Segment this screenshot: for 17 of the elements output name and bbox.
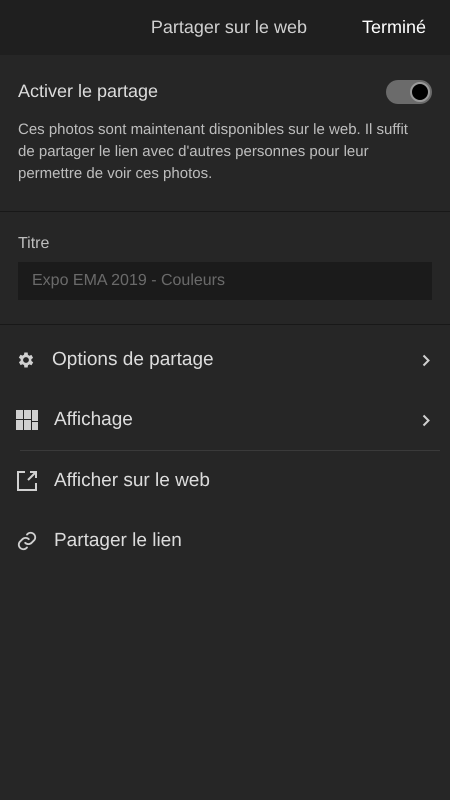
external-link-icon: [16, 470, 38, 492]
menu-item[interactable]: Afficher sur le web: [0, 451, 450, 511]
settings-icon: [16, 350, 36, 370]
sharing-label: Activer le partage: [18, 80, 158, 103]
chevron-right-icon: [422, 354, 430, 366]
title-label: Titre: [18, 234, 50, 254]
chevron-right-icon: [422, 414, 430, 426]
menu-item[interactable]: Affichage: [0, 390, 450, 450]
screen-title: Partager sur le web: [150, 16, 307, 39]
menu-item[interactable]: Partager le lien: [0, 511, 450, 571]
menu-item[interactable]: Options de partage: [0, 330, 450, 390]
sharing-toggle[interactable]: [386, 80, 432, 104]
layout-grid-icon: [16, 410, 38, 430]
title-field[interactable]: Expo EMA 2019 - Couleurs: [18, 262, 432, 300]
done-button[interactable]: Terminé: [362, 14, 426, 41]
link-icon: [16, 530, 38, 552]
sharing-description: Ces photos sont maintenant disponibles sur le web. Il suffit de partager le lien avec d'autres personnes pour leur permettre de voir ces photos.: [18, 120, 409, 184]
